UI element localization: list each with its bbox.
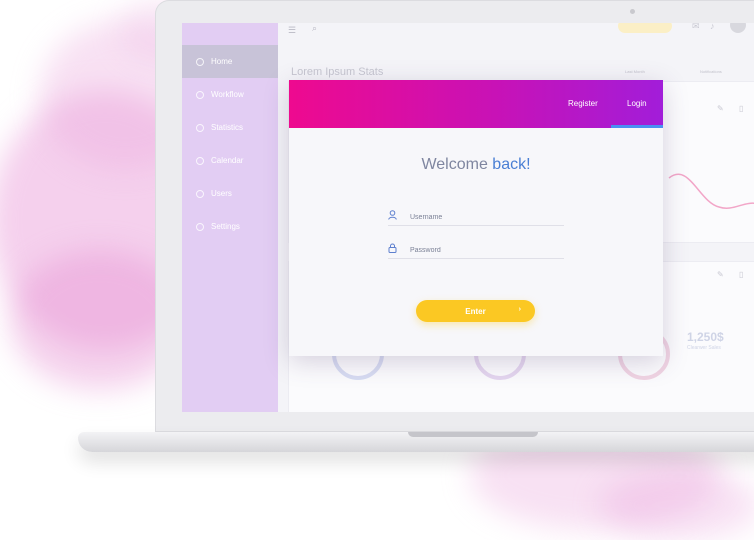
welcome-heading: Welcome back! (289, 156, 663, 174)
sidebar-item-label: Statistics (211, 123, 244, 132)
watercolor-splash (600, 470, 754, 540)
password-input[interactable] (408, 242, 562, 258)
sidebar-item-workflow[interactable]: Workflow (182, 78, 278, 111)
sidebar-item-label: Users (211, 189, 232, 198)
trash-icon[interactable]: ▯ (739, 104, 743, 113)
sidebar-item-label: Settings (211, 222, 240, 231)
laptop-notch (408, 432, 538, 437)
trash-icon[interactable]: ▯ (739, 270, 743, 279)
laptop-base (78, 432, 754, 452)
login-modal: Register Login Welcome back! Enter › (289, 80, 663, 356)
password-field (388, 242, 564, 259)
sidebar-item-calendar[interactable]: Calendar (182, 144, 278, 177)
topbar: ☰ ⌕ ✉ ♪ (278, 23, 754, 47)
avatar[interactable] (730, 23, 746, 33)
page-title: Lorem Ipsum Stats (291, 66, 384, 78)
username-field (388, 209, 564, 226)
user-icon (388, 210, 397, 222)
sidebar-item-label: Home (211, 57, 233, 66)
users-icon (196, 189, 204, 198)
pencil-icon[interactable]: ✎ (717, 104, 724, 113)
calendar-icon (196, 156, 204, 165)
active-tab-indicator (611, 125, 663, 128)
menu-icon[interactable]: ☰ (288, 25, 296, 36)
tab-register[interactable]: Register (568, 99, 598, 108)
sidebar-item-home[interactable]: Home (182, 45, 278, 78)
topbar-pill[interactable] (618, 23, 672, 33)
filter-last-month[interactable]: Last Month (625, 69, 645, 74)
chevron-right-icon: › (518, 306, 521, 313)
pencil-icon[interactable]: ✎ (717, 270, 724, 279)
home-icon (196, 57, 204, 66)
stat-value: 1,250$ (687, 330, 724, 344)
bell-icon[interactable]: ♪ (710, 23, 715, 31)
tab-login[interactable]: Login (627, 99, 647, 108)
welcome-accent: back! (492, 156, 531, 173)
stat-caption: Clearwer Sales (687, 345, 721, 351)
mail-icon[interactable]: ✉ (692, 23, 700, 32)
workflow-icon (196, 90, 204, 99)
sidebar-item-label: Workflow (211, 90, 244, 99)
search-icon[interactable]: ⌕ (312, 23, 317, 34)
sidebar-item-statistics[interactable]: Statistics (182, 111, 278, 144)
modal-header: Register Login (289, 80, 663, 128)
sidebar-item-users[interactable]: Users (182, 177, 278, 210)
enter-button[interactable]: Enter › (416, 300, 535, 322)
settings-icon (196, 222, 204, 231)
sidebar-item-settings[interactable]: Settings (182, 210, 278, 243)
webcam (630, 9, 635, 14)
username-input[interactable] (408, 209, 562, 225)
filter-notifications[interactable]: Notifications (700, 69, 722, 74)
enter-button-label: Enter (465, 306, 486, 316)
lock-icon (388, 243, 397, 255)
sidebar-item-label: Calendar (211, 156, 244, 165)
sidebar: Home Workflow Statistics Calendar Users … (182, 23, 278, 412)
welcome-text: Welcome (421, 156, 493, 173)
statistics-icon (196, 123, 204, 132)
